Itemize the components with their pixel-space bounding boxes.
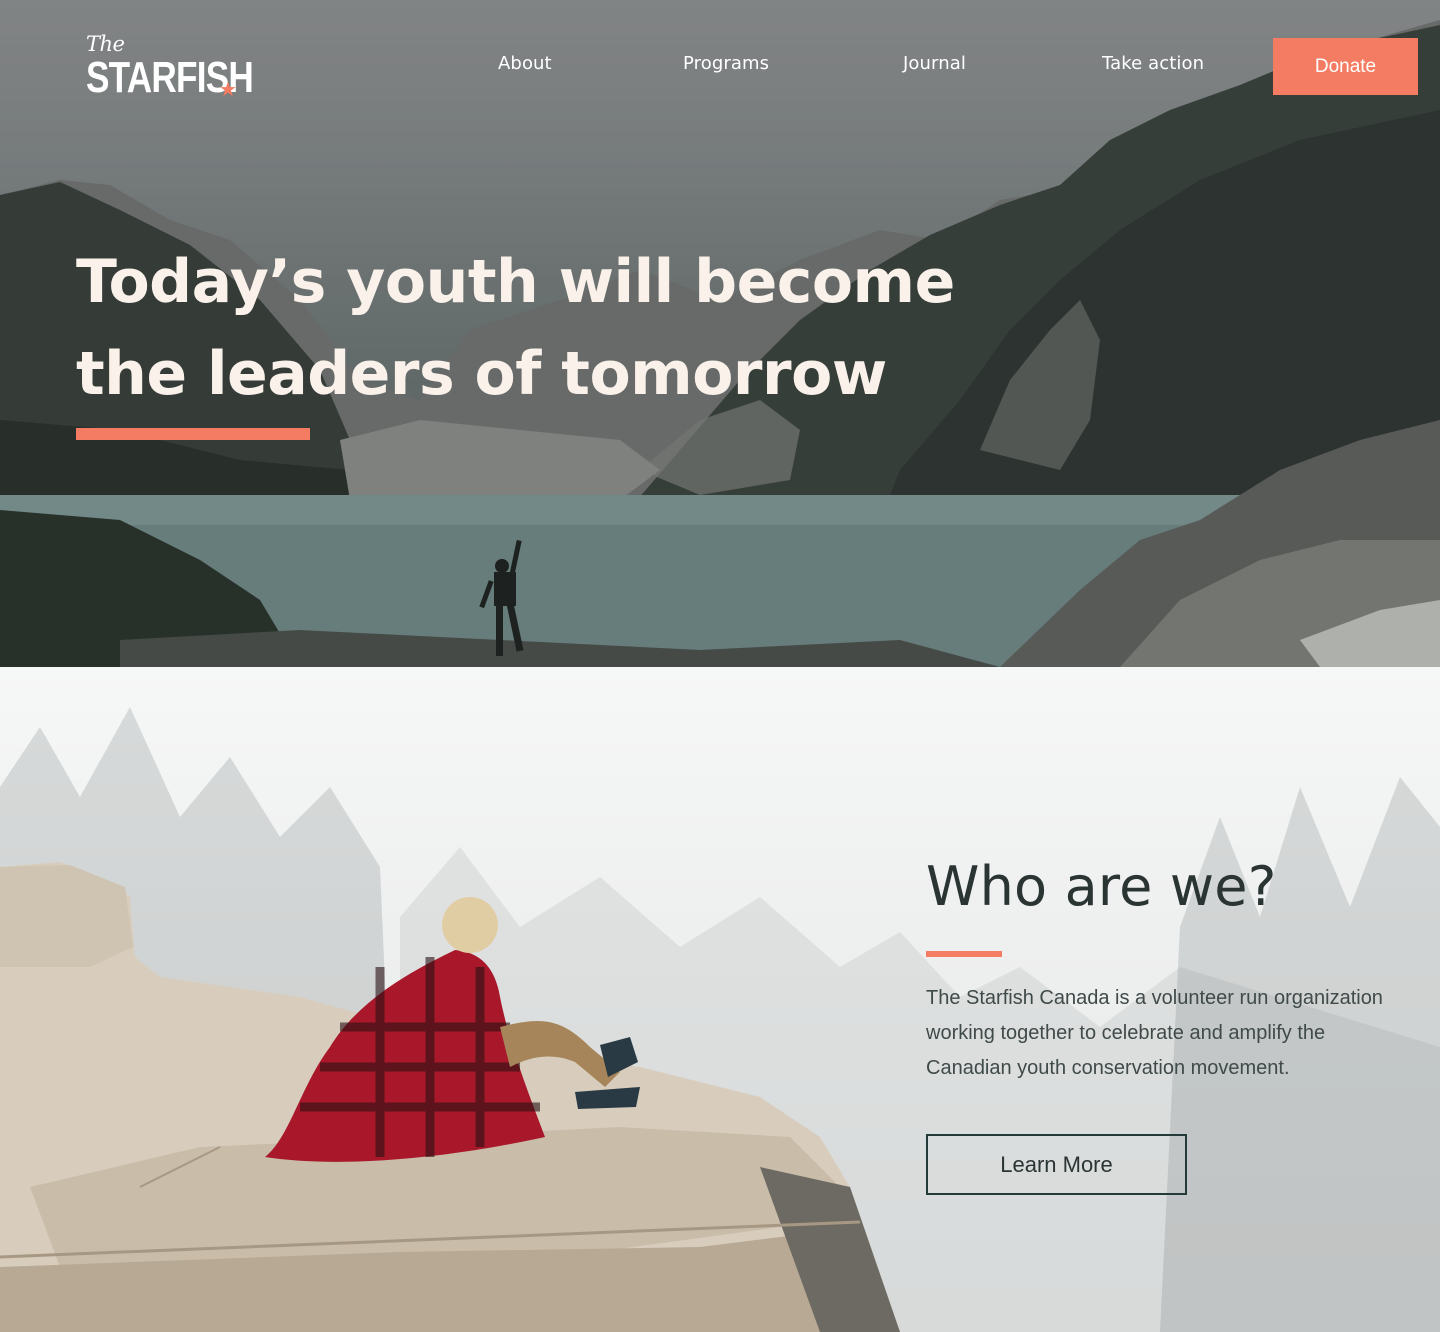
hero-section: The STARFISH ★ About Programs Journal Ta… (0, 0, 1440, 667)
about-section: Who are we? The Starfish Canada is a vol… (0, 667, 1440, 1332)
about-accent-underline (926, 951, 1002, 957)
hero-title: Today’s youth will become the leaders of… (76, 236, 996, 420)
nav-about[interactable]: About (498, 53, 552, 74)
about-title: Who are we? (926, 855, 1277, 918)
about-text-line-3: Canadian youth conservation movement. (926, 1057, 1290, 1079)
nav-journal[interactable]: Journal (903, 53, 966, 74)
starfish-logo[interactable]: The STARFISH ★ (86, 32, 254, 104)
about-text-line-2: working together to celebrate and amplif… (926, 1022, 1326, 1044)
learn-more-button[interactable]: Learn More (926, 1134, 1187, 1195)
about-text-line-1: The Starfish Canada is a volunteer run o… (926, 987, 1383, 1009)
star-icon: ★ (219, 77, 237, 101)
nav-programs[interactable]: Programs (683, 53, 769, 74)
donate-button[interactable]: Donate (1273, 38, 1418, 95)
about-description: The Starfish Canada is a volunteer run o… (926, 981, 1406, 1086)
hero-title-line-1: Today’s youth will become (76, 247, 955, 317)
nav-take-action[interactable]: Take action (1102, 53, 1204, 74)
hero-accent-underline (76, 428, 310, 440)
hero-title-line-2: the leaders of tomorrow (76, 339, 887, 409)
